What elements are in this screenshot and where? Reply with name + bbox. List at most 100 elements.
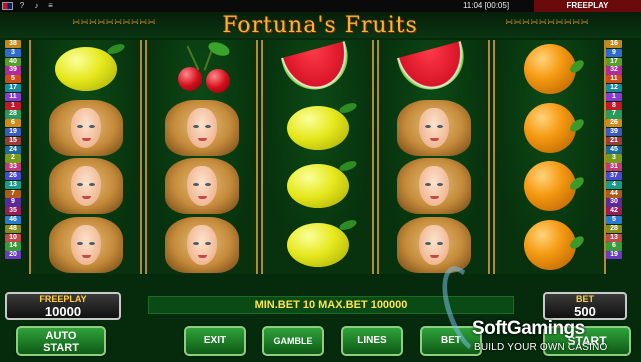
game-title: Fortuna's Fruits <box>222 13 418 38</box>
payline-indicator: 17 <box>606 57 622 66</box>
reel-cell <box>495 40 604 98</box>
eye <box>88 124 95 128</box>
face <box>186 224 217 265</box>
menu-icon[interactable]: ≡ <box>46 0 55 12</box>
payline-indicator: 6 <box>5 119 21 128</box>
reel-cell <box>31 157 140 215</box>
eye <box>204 241 211 245</box>
leaf-icon <box>567 57 586 76</box>
payline-indicator: 5 <box>5 75 21 84</box>
reel-cell <box>147 39 256 98</box>
payline-indicator: 5 <box>606 215 622 225</box>
orange-icon <box>523 161 586 211</box>
payline-indicator: 15 <box>5 136 21 146</box>
payline-indicator: 26 <box>606 119 622 128</box>
payline-indicator: 24 <box>5 145 21 154</box>
reel <box>145 39 258 274</box>
payline-indicator: 35 <box>5 207 21 216</box>
fortuna-lady-icon <box>48 158 123 214</box>
reel-cell <box>495 99 604 157</box>
mouth <box>81 137 91 141</box>
sound-icon[interactable]: ♪ <box>32 0 41 12</box>
reel-cell <box>147 157 256 215</box>
watermelon-icon <box>280 41 355 97</box>
freeplay-balance: FREEPLAY 10000 <box>5 292 121 320</box>
face <box>70 224 101 265</box>
payline-indicator: 30 <box>606 198 622 207</box>
face <box>418 107 449 148</box>
reel-cell <box>495 216 604 274</box>
reel-cell <box>263 157 372 215</box>
reel-cell <box>495 157 604 215</box>
orange-icon <box>523 102 586 153</box>
leaf-icon <box>105 42 126 56</box>
payline-indicator: 46 <box>5 215 21 225</box>
payline-indicator: 13 <box>606 233 622 242</box>
payline-indicator: 21 <box>606 136 622 146</box>
reel-cell <box>379 157 488 215</box>
payline-indicator: 3 <box>606 154 622 163</box>
payline-indicator: 20 <box>5 251 21 260</box>
mouth <box>81 254 91 258</box>
clock-readout: 11:04 [00:05] <box>462 1 510 10</box>
watermark-name: SoftGamings <box>472 318 585 339</box>
gamble-button[interactable]: GAMBLE <box>262 326 324 356</box>
auto-start-line2: START <box>43 342 79 354</box>
watermark-tagline: BUILD YOUR OWN CASINO <box>474 342 608 353</box>
eye <box>424 183 431 186</box>
reel-cell <box>31 99 140 157</box>
fortuna-lady-icon <box>48 216 123 273</box>
right-ornament-icon: ∺∺∺∺∺∺∺∺∺∺ <box>505 17 589 28</box>
payline-indicator: 11 <box>606 75 622 84</box>
payline-indicator: 33 <box>5 163 21 172</box>
mouth <box>197 137 207 141</box>
reel <box>377 40 490 274</box>
payline-indicator: 40 <box>5 57 21 66</box>
fortuna-lady-icon <box>164 99 239 156</box>
auto-start-line1: AUTO <box>45 330 77 342</box>
payline-indicator: 14 <box>5 242 21 251</box>
top-status-bar: ? ♪ ≡ 11:04 [00:05] FREEPLAY <box>0 0 641 12</box>
payline-indicator: 1 <box>606 92 622 102</box>
eye <box>436 241 443 245</box>
face <box>186 107 217 148</box>
help-icon[interactable]: ? <box>18 0 26 12</box>
uk-flag-icon[interactable] <box>2 2 13 10</box>
leaf-icon <box>337 100 358 115</box>
auto-start-button[interactable]: AUTO START <box>16 326 106 356</box>
leaf-icon <box>567 233 586 251</box>
payline-indicator: 7 <box>5 189 21 198</box>
payline-indicator: 9 <box>606 48 622 58</box>
payline-indicator: 17 <box>5 83 21 93</box>
mouth <box>429 196 439 199</box>
lines-button[interactable]: LINES <box>341 326 403 356</box>
payline-indicator: 48 <box>5 224 21 234</box>
eye <box>76 124 83 128</box>
leaf-icon <box>337 217 358 232</box>
payline-indicator: 1 <box>5 101 21 110</box>
reel-cell <box>31 40 140 98</box>
payline-indicator: 2 <box>5 154 21 163</box>
payline-indicator: 39 <box>606 127 622 137</box>
bet-display: BET 500 <box>543 292 627 320</box>
reel-cell <box>379 99 488 157</box>
fortuna-lady-icon <box>396 99 471 156</box>
reel <box>29 40 142 274</box>
exit-button[interactable]: EXIT <box>184 326 246 356</box>
orange-icon <box>523 44 586 94</box>
face <box>70 166 101 206</box>
fortuna-lady-icon <box>396 158 471 214</box>
payline-indicator: 42 <box>606 207 622 216</box>
mouth <box>197 196 207 199</box>
reel <box>261 40 374 274</box>
fortuna-lady-icon <box>396 216 471 273</box>
payline-indicator: 45 <box>606 145 622 154</box>
payline-indicator: 3 <box>5 48 21 58</box>
payline-indicator: 4 <box>606 180 622 190</box>
payline-indicators-right: 16 9 17 32 11 12 1 8 7 26 39 21 45 3 31 37 4 44 30 42 5 28 13 6… <box>606 40 623 260</box>
eye <box>88 241 95 245</box>
payline-indicator: 8 <box>606 101 622 110</box>
eye <box>88 183 95 186</box>
eye <box>192 183 199 186</box>
eye <box>76 183 83 186</box>
